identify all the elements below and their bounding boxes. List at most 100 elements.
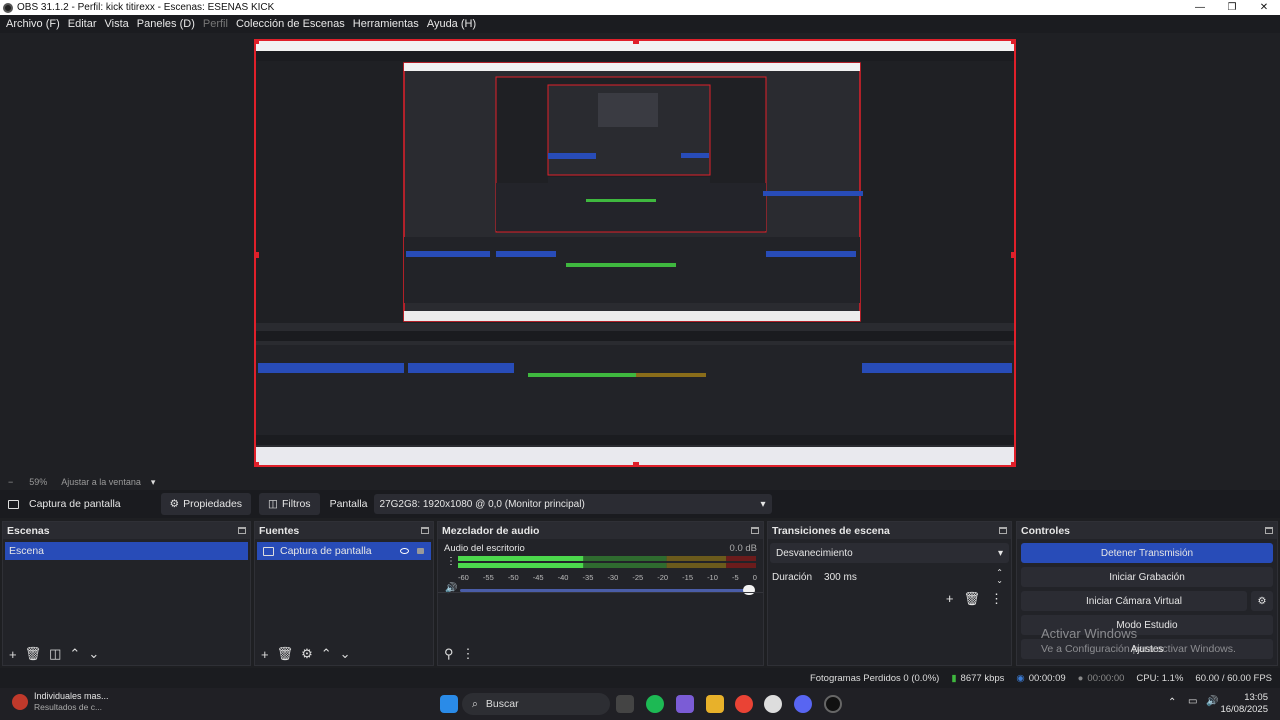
kebab-menu-icon[interactable]: ⋮ xyxy=(990,591,1003,607)
spin-arrows-icon[interactable]: ⌃ ⌄ xyxy=(996,569,1003,585)
chrome-icon[interactable] xyxy=(735,695,753,713)
meter-tick-label: -5 xyxy=(731,573,739,582)
recursive-capture-image xyxy=(256,41,1014,465)
settings-button[interactable]: Ajustes xyxy=(1021,639,1273,659)
copilot-icon[interactable] xyxy=(676,695,694,713)
close-icon[interactable]: ✕ xyxy=(1248,0,1280,15)
meter-tick-label: -10 xyxy=(707,573,718,582)
live-time: 00:00:09 xyxy=(1028,672,1066,684)
taskbar-search-label: Buscar xyxy=(485,698,519,710)
meter-tick-label: -25 xyxy=(632,573,644,582)
menu-ayuda[interactable]: Ayuda (H) xyxy=(423,18,480,30)
studio-mode-button[interactable]: Modo Estudio xyxy=(1021,615,1273,635)
gear-icon[interactable]: ⚙ xyxy=(301,646,313,662)
kebab-menu-icon[interactable]: ⋮ xyxy=(462,646,475,662)
taskbar-time: 13:05 xyxy=(1244,692,1268,703)
arrow-down-icon[interactable]: ⌄ xyxy=(88,646,99,662)
preview-canvas[interactable] xyxy=(254,39,1016,467)
meter-zone xyxy=(726,556,756,561)
chevron-up-icon[interactable]: ⌃ xyxy=(1168,697,1176,708)
trash-icon[interactable]: 🗑 xyxy=(963,591,980,607)
chevron-down-icon[interactable]: ▾ xyxy=(151,477,156,488)
meter-tick-label: 0 xyxy=(752,573,757,582)
add-icon[interactable]: + xyxy=(261,647,269,662)
add-icon[interactable]: + xyxy=(946,591,954,607)
meter-zone xyxy=(666,563,727,568)
link-icon[interactable]: ⚲ xyxy=(444,646,454,662)
eye-icon[interactable] xyxy=(400,548,409,554)
display-label: Pantalla xyxy=(329,498,368,510)
arrow-up-icon[interactable]: ⌃ xyxy=(69,646,80,662)
audio-mixer-dock: Mezclador de audio Audio del escritorio … xyxy=(437,521,764,666)
meter-scale: -60 -55 -50 -45 -40 -35 -30 -25 -20 -15 -10 -5 0 xyxy=(458,573,757,582)
monitor-icon xyxy=(8,499,19,509)
source-item[interactable]: Captura de pantalla xyxy=(257,542,431,560)
obs-icon[interactable] xyxy=(824,695,842,713)
filters-button[interactable]: ◫ Filtros xyxy=(259,493,320,515)
undock-icon[interactable] xyxy=(999,527,1007,534)
gear-icon: ⚙ xyxy=(169,498,180,510)
task-view-icon[interactable] xyxy=(616,695,634,713)
start-virtual-camera-button[interactable]: Iniciar Cámara Virtual xyxy=(1021,591,1247,611)
menu-bar: Archivo (F) Editar Vista Paneles (D) Per… xyxy=(0,15,1280,33)
file-explorer-icon[interactable] xyxy=(706,695,724,713)
duration-spinbox[interactable]: 300 ms ⌃ ⌄ xyxy=(818,567,1009,587)
filter-icon[interactable]: ◫ xyxy=(49,646,61,662)
window-titlebar: OBS 31.1.2 - Perfil: kick titirexx - Esc… xyxy=(0,0,1280,15)
undock-icon[interactable] xyxy=(1265,527,1273,534)
zoom-out-button[interactable]: − xyxy=(8,477,13,487)
stop-streaming-button[interactable]: Detener Transmisión xyxy=(1021,543,1273,563)
meter-zone xyxy=(666,556,727,561)
menu-editar[interactable]: Editar xyxy=(64,18,101,30)
add-icon[interactable]: + xyxy=(9,647,17,662)
taskbar-notification[interactable]: Individuales mas... Resultados de c... xyxy=(12,691,109,713)
menu-perfil[interactable]: Perfil xyxy=(199,18,232,30)
mixer-title: Mezclador de audio xyxy=(442,524,540,537)
record-time: 00:00:00 xyxy=(1087,672,1125,684)
undock-icon[interactable] xyxy=(421,527,429,534)
meter-tick-label: -30 xyxy=(607,573,619,582)
undock-icon[interactable] xyxy=(751,527,759,534)
undock-icon[interactable] xyxy=(238,527,246,534)
fit-to-window-button[interactable]: Ajustar a la ventana xyxy=(61,477,141,487)
dropped-frames: Fotogramas Perdidos 0 (0.0%) xyxy=(809,672,940,684)
status-bar: Fotogramas Perdidos 0 (0.0%) ▮ 8677 kbps … xyxy=(0,668,1280,688)
kebab-menu-icon[interactable]: ⋮ xyxy=(446,556,456,567)
menu-herramientas[interactable]: Herramientas xyxy=(349,18,423,30)
sources-title: Fuentes xyxy=(259,524,300,537)
windows-start-icon[interactable] xyxy=(440,695,458,713)
menu-coleccion-escenas[interactable]: Colección de Escenas xyxy=(232,18,349,30)
menu-paneles[interactable]: Paneles (D) xyxy=(133,18,199,30)
selected-source-label: Captura de pantalla xyxy=(29,498,121,510)
obs-logo-icon xyxy=(3,2,13,13)
lock-icon[interactable] xyxy=(417,548,424,554)
arrow-down-icon[interactable]: ⌄ xyxy=(340,646,351,662)
trash-icon[interactable]: 🗑 xyxy=(277,646,294,662)
minimize-icon[interactable]: — xyxy=(1184,0,1216,15)
display-select[interactable]: 27G2G8: 1920x1080 @ 0,0 (Monitor princip… xyxy=(373,494,772,514)
menu-archivo[interactable]: Archivo (F) xyxy=(2,18,64,30)
meter-zone xyxy=(726,563,756,568)
cpu-usage: CPU: 1.1% xyxy=(1136,672,1184,684)
scenes-toolbar: + 🗑 ◫ ⌃ ⌄ xyxy=(3,643,250,665)
meter-tick-label: -35 xyxy=(582,573,594,582)
menu-vista[interactable]: Vista xyxy=(101,18,133,30)
discord-icon[interactable] xyxy=(794,695,812,713)
scene-item[interactable]: Escena xyxy=(5,542,248,560)
taskbar-search[interactable]: ⌕ Buscar xyxy=(462,693,610,715)
meter-tick-label: -55 xyxy=(482,573,494,582)
transition-select[interactable]: Desvanecimiento ▾ xyxy=(770,543,1009,563)
speaker-icon[interactable]: 🔊 xyxy=(1206,696,1218,707)
bitrate: 8677 kbps xyxy=(960,672,1005,684)
spotify-icon[interactable] xyxy=(646,695,664,713)
trash-icon[interactable]: 🗑 xyxy=(25,646,42,662)
arrow-up-icon[interactable]: ⌃ xyxy=(321,646,332,662)
gear-icon[interactable]: ⚙ xyxy=(1251,591,1273,611)
chatgpt-icon[interactable] xyxy=(764,695,782,713)
display-icon[interactable]: ▭ xyxy=(1188,696,1197,707)
properties-button[interactable]: ⚙ Propiedades xyxy=(160,493,252,515)
start-recording-button[interactable]: Iniciar Grabación xyxy=(1021,567,1273,587)
maximize-icon[interactable]: ❐ xyxy=(1216,0,1248,15)
volume-slider-knob[interactable] xyxy=(743,585,755,595)
display-value: 27G2G8: 1920x1080 @ 0,0 (Monitor princip… xyxy=(379,498,585,510)
